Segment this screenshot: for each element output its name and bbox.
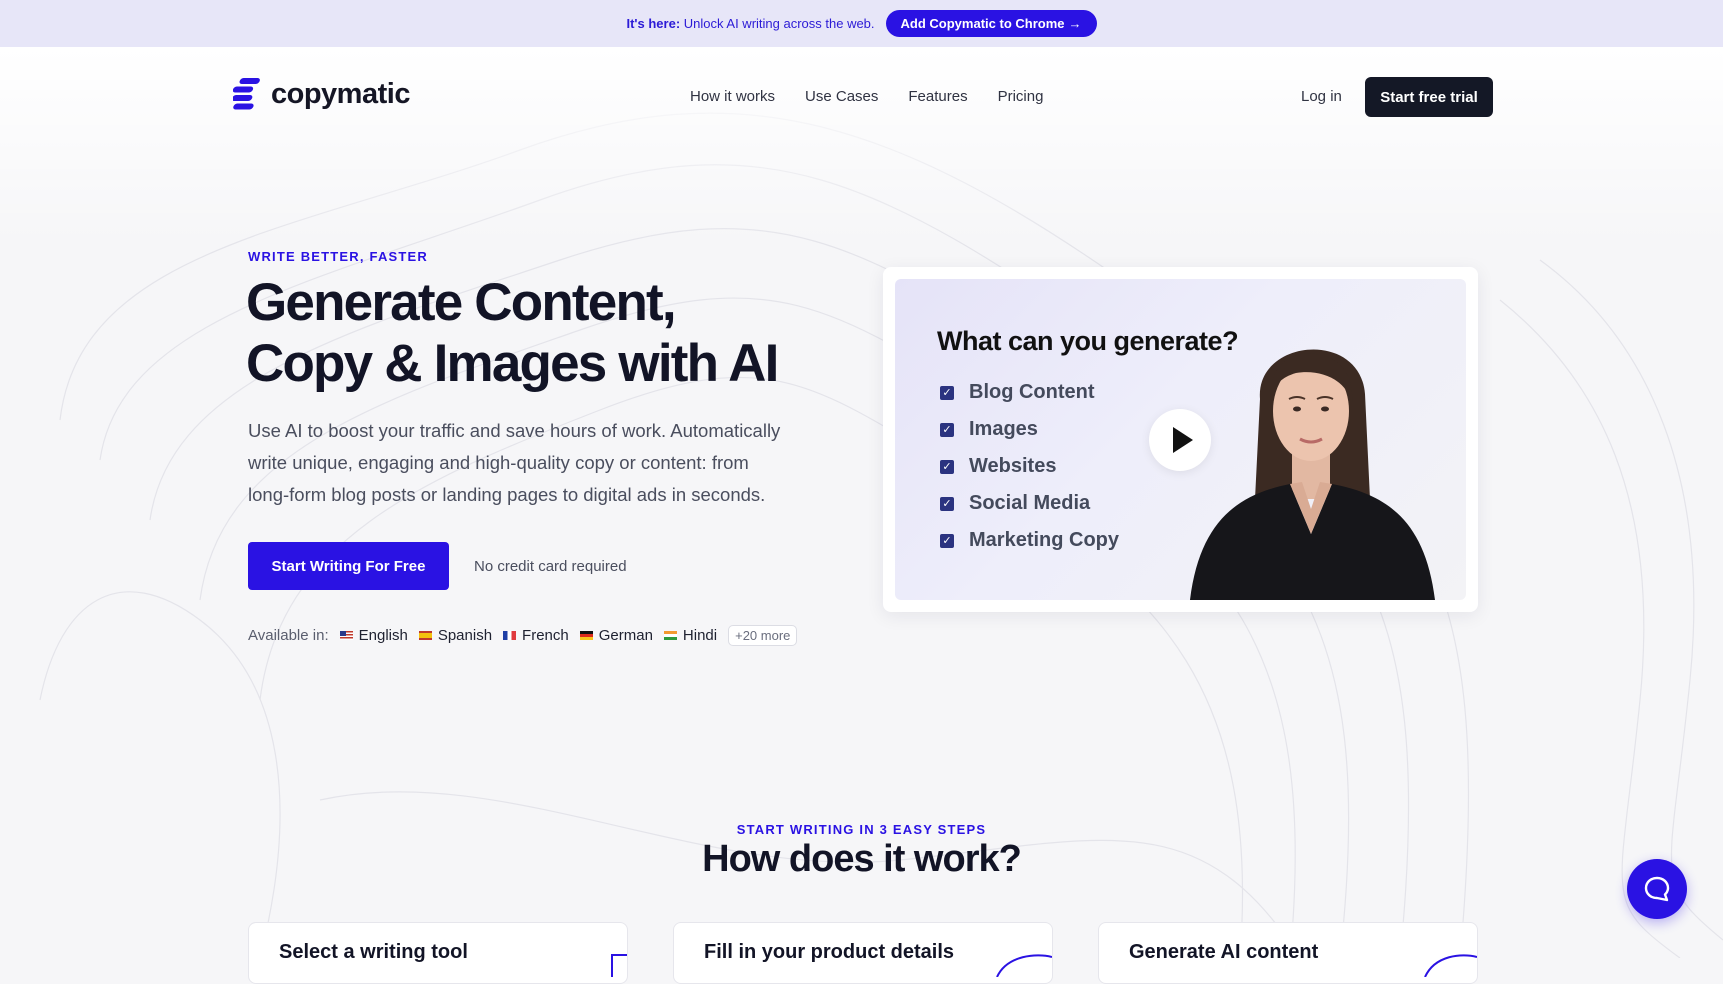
step-decoration-icon	[996, 954, 1052, 977]
announcement-text: It's here: Unlock AI writing across the …	[626, 16, 874, 31]
step-card-generate-content: Generate AI content	[1098, 922, 1478, 984]
generate-list: ✓ Blog Content ✓ Images ✓ Websites ✓ Soc…	[940, 374, 1119, 559]
nav-link-how-it-works[interactable]: How it works	[690, 88, 775, 105]
list-item: ✓ Marketing Copy	[940, 522, 1119, 559]
announcement-lead: It's here:	[626, 16, 681, 31]
checkbox-checked-icon: ✓	[940, 533, 954, 548]
step-title: Select a writing tool	[279, 941, 468, 963]
available-languages: Available in: English Spanish French Ger…	[248, 625, 798, 646]
list-item-label: Websites	[969, 455, 1057, 477]
germany-flag-icon	[579, 631, 593, 640]
language-label: Hindi	[682, 627, 718, 644]
hero-title: Generate Content, Copy & Images with AI	[246, 272, 806, 394]
hero-eyebrow: WRITE BETTER, FASTER	[248, 249, 428, 264]
checkbox-checked-icon: ✓	[940, 385, 954, 400]
logo-wordmark: copymatic	[271, 77, 410, 110]
language-label: French	[522, 627, 569, 644]
play-icon	[1172, 427, 1193, 453]
step-card-select-tool: Select a writing tool	[248, 922, 628, 984]
start-free-trial-button[interactable]: Start free trial	[1365, 77, 1493, 117]
checkbox-checked-icon: ✓	[940, 422, 954, 437]
list-item-label: Images	[969, 418, 1038, 440]
announcement-message: Unlock AI writing across the web.	[683, 16, 875, 31]
step-title: Fill in your product details	[704, 941, 955, 963]
logo[interactable]: copymatic	[233, 77, 410, 111]
language-spanish: Spanish	[418, 627, 493, 644]
chat-bubble-icon	[1644, 876, 1670, 902]
hero-title-line-1: Generate Content,	[246, 273, 677, 332]
no-credit-card-note: No credit card required	[474, 558, 627, 575]
spain-flag-icon	[418, 631, 432, 640]
checkbox-checked-icon: ✓	[940, 496, 954, 511]
available-in-label: Available in:	[248, 627, 329, 644]
france-flag-icon	[503, 631, 517, 640]
step-decoration-icon	[611, 954, 627, 977]
announcement-bar: It's here: Unlock AI writing across the …	[0, 0, 1723, 47]
language-english: English	[339, 627, 408, 644]
more-languages-badge[interactable]: +20 more	[728, 625, 798, 646]
add-to-chrome-button[interactable]: Add Copymatic to Chrome →	[885, 10, 1097, 37]
hero-title-line-2: Copy & Images with AI	[246, 334, 779, 393]
start-writing-button[interactable]: Start Writing For Free	[248, 542, 449, 590]
language-french: French	[503, 627, 569, 644]
list-item-label: Blog Content	[969, 381, 1095, 403]
video-thumbnail[interactable]: What can you generate? ✓ Blog Content ✓ …	[895, 279, 1466, 600]
language-label: Spanish	[437, 627, 493, 644]
add-to-chrome-label: Add Copymatic to Chrome	[900, 16, 1065, 31]
language-hindi: Hindi	[663, 627, 718, 644]
step-title: Generate AI content	[1129, 941, 1319, 963]
list-item: ✓ Blog Content	[940, 374, 1119, 411]
hero-description: Use AI to boost your traffic and save ho…	[248, 420, 781, 505]
step-decoration-icon	[1424, 954, 1477, 977]
steps-title: How does it work?	[702, 838, 1022, 880]
list-item-label: Social Media	[969, 492, 1091, 514]
steps-eyebrow: START WRITING IN 3 EASY STEPS	[736, 822, 987, 837]
play-video-button[interactable]	[1149, 409, 1211, 471]
list-item-label: Marketing Copy	[969, 529, 1120, 551]
nav-link-features[interactable]: Features	[908, 88, 967, 105]
nav-link-use-cases[interactable]: Use Cases	[805, 88, 878, 105]
language-label: English	[358, 627, 408, 644]
list-item: ✓ Websites	[940, 448, 1119, 485]
copymatic-logo-icon	[233, 78, 260, 110]
list-item: ✓ Images	[940, 411, 1119, 448]
presenter-image	[1190, 349, 1435, 600]
login-link[interactable]: Log in	[1301, 88, 1342, 105]
chat-widget-button[interactable]	[1627, 859, 1687, 919]
india-flag-icon	[663, 631, 677, 640]
language-label: German	[598, 627, 653, 644]
video-card: What can you generate? ✓ Blog Content ✓ …	[883, 267, 1478, 612]
language-german: German	[579, 627, 653, 644]
arrow-right-icon: →	[1068, 16, 1082, 31]
nav-link-pricing[interactable]: Pricing	[998, 88, 1044, 105]
step-card-fill-details: Fill in your product details	[673, 922, 1053, 984]
list-item: ✓ Social Media	[940, 485, 1119, 522]
main-nav: copymatic How it works Use Cases Feature…	[0, 47, 1723, 147]
us-flag-icon	[339, 631, 353, 640]
nav-links: How it works Use Cases Features Pricing	[690, 88, 1043, 105]
checkbox-checked-icon: ✓	[940, 459, 954, 474]
